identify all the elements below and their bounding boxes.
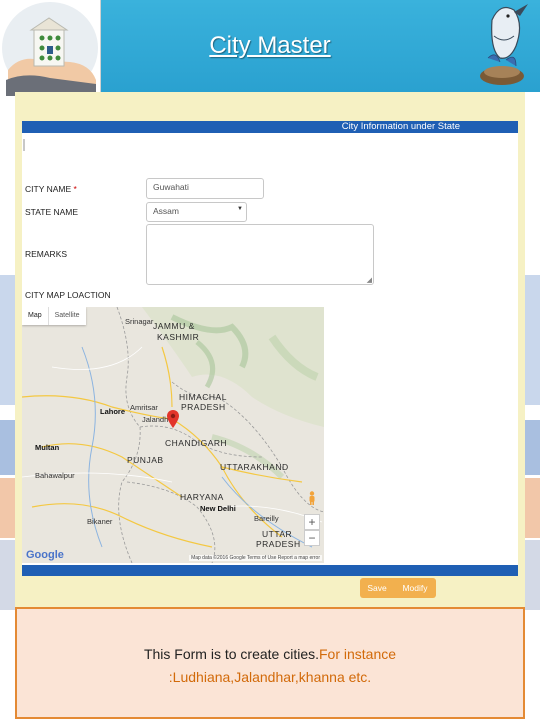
map-label-bahawalpur: Bahawalpur [35,471,75,480]
state-name-select[interactable]: Assam ▼ [146,202,247,222]
map-label-jammu-kashmir-1: JAMMU & [153,321,195,331]
tab-satellite[interactable]: Satellite [47,307,86,325]
map-label-bikaner: Bikaner [87,517,113,526]
map-label-jalandhar: Jalandh [142,415,169,424]
map-attribution[interactable]: Map data ©2016 Google Terms of Use Repor… [189,555,322,561]
map-label-bareilly: Bareilly [254,514,279,523]
text-cursor-marker [23,139,25,151]
city-name-input[interactable]: Guwahati [146,178,264,199]
map-label-punjab: PUNJAB [127,455,164,465]
section-header-bar: City Information under State [22,121,518,133]
map-label-multan: Multan [35,443,60,452]
google-logo: Google [26,549,64,561]
tab-map[interactable]: Map [22,307,48,325]
map-location-label: CITY MAP LOACTION [25,290,111,300]
city-name-label: CITY NAME * [25,184,77,194]
modify-button[interactable]: Modify [394,578,436,598]
map-label-himachal-1: HIMACHAL [179,392,227,402]
note-line-1: This Form is to create cities.For instan… [17,646,523,662]
zoom-in-button[interactable]: + [304,514,320,530]
map-type-tabs: Map Satellite [22,307,86,325]
note-text: This Form is to create cities. [143,646,319,662]
state-name-value: Assam [153,206,179,216]
note-example-prefix: For instance [319,646,397,662]
city-map[interactable]: Map Satellite Srinagar JAMMU & KASHMIR H… [22,307,324,563]
map-label-amritsar: Amritsar [130,403,158,412]
city-name-value: Guwahati [153,182,189,192]
map-label-uttarakhand: UTTARAKHAND [220,462,289,472]
location-pin-icon[interactable] [167,410,179,428]
map-label-chandigarh: CHANDIGARH [165,438,228,448]
map-label-haryana: HARYANA [180,492,224,502]
chevron-down-icon: ▼ [237,206,243,212]
description-note: This Form is to create cities.For instan… [15,607,525,719]
map-label-jammu-kashmir-2: KASHMIR [157,332,200,342]
note-example-cities: :Ludhiana,Jalandhar,khanna etc. [168,669,372,685]
resize-handle-icon[interactable]: ◢ [367,276,372,284]
page-title: City Master [209,32,331,59]
map-label-uttar-2: PRADESH [256,539,301,549]
city-form-panel: City Information under State CITY NAME *… [15,92,525,608]
remarks-label: REMARKS [25,249,68,259]
street-view-pegman-icon[interactable] [307,491,317,505]
remarks-textarea[interactable]: ◢ [146,224,374,285]
map-label-new-delhi: New Delhi [200,504,236,513]
map-label-himachal-2: PRADESH [181,402,226,412]
map-label-uttar-1: UTTAR [262,529,293,539]
city-name-label-text: CITY NAME [25,184,72,194]
note-line-2: :Ludhiana,Jalandhar,khanna etc. [17,669,523,685]
required-marker: * [73,184,77,194]
zoom-out-button[interactable]: − [304,530,320,546]
map-terrain [22,307,324,563]
google-wordmark: Google [26,549,64,561]
map-label-srinagar: Srinagar [125,317,154,326]
form-footer-bar [22,565,518,576]
state-name-label: STATE NAME [25,207,79,217]
map-label-lahore: Lahore [100,407,126,416]
section-header-title: City Information under State [341,121,460,132]
save-button[interactable]: Save [360,578,394,598]
